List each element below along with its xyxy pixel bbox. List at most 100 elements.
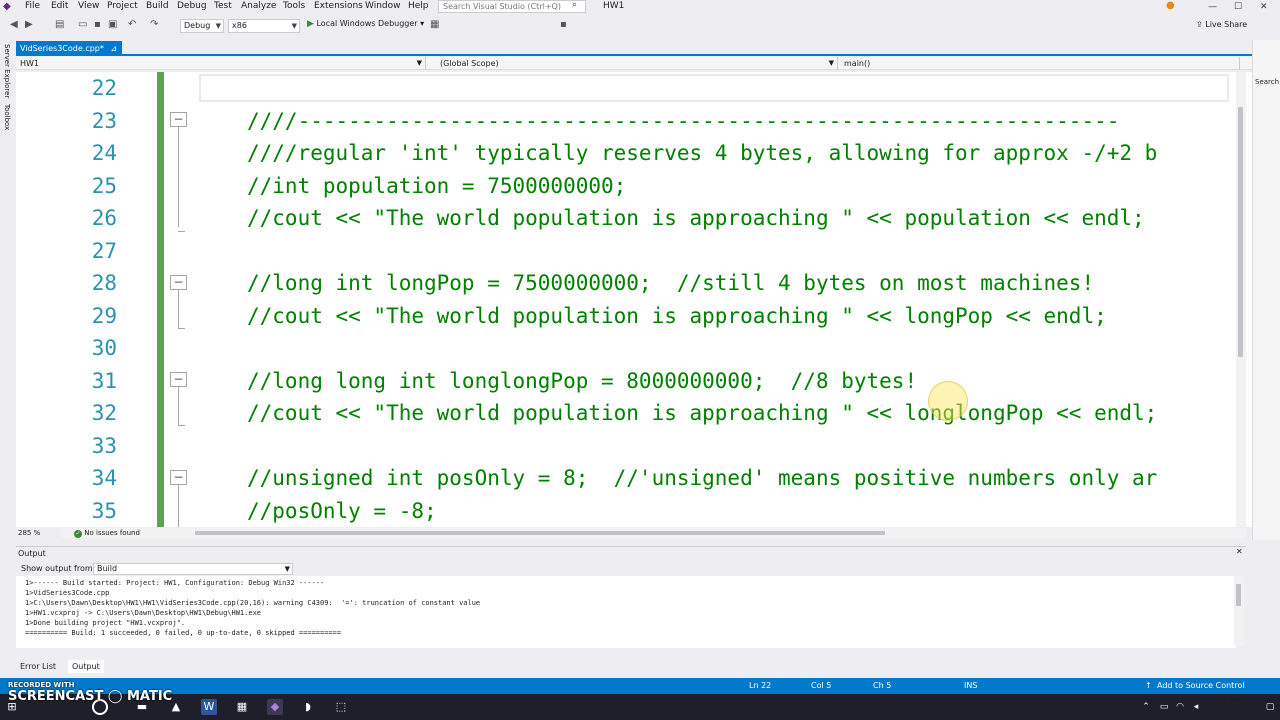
notifications-icon[interactable]: ▢ [1262,699,1278,715]
menu-analyze[interactable]: Analyze [241,1,276,11]
status-bar: Ln 22 Col 5 Ch 5 INS ↑ Add to Source Con… [0,678,1280,694]
right-panel-search[interactable]: Search [1255,78,1279,86]
menu-debug[interactable]: Debug [177,1,207,11]
scroll-thumb[interactable] [1236,584,1241,606]
check-icon: ✓ [74,530,82,538]
live-share-button[interactable]: ⇪ Live Share [1196,20,1247,29]
line-number: 27 [91,238,117,263]
word-icon[interactable]: W [201,699,217,715]
toolbox-tab[interactable]: Toolbox [3,104,11,130]
menu-test[interactable]: Test [214,1,232,11]
output-line: 1>C:\Users\Dawn\Desktop\HW1\HW1\VidSerie… [25,599,481,607]
code-editor[interactable]: 22 23 ////-------------------------------… [16,72,1252,527]
maximize-button[interactable]: ☐ [1234,2,1242,12]
clock-time: 8:22 PM [1211,697,1241,705]
volume-icon[interactable]: ◂ [1188,699,1204,715]
redo-icon[interactable]: ↷ [150,19,158,30]
code-line: 28 //long int longPop = 7500000000; //sti… [16,267,1236,300]
visual-studio-icon[interactable]: ◆ [267,699,283,715]
code-line: 34 //unsigned int posOnly = 8; //'unsigne… [16,462,1236,495]
code-line: 32 //cout << "The world population is app… [16,397,1236,430]
collapse-block-icon[interactable]: − [170,275,187,290]
code-line: 26 //cout << "The world population is app… [16,202,1236,235]
output-log[interactable]: 1>------ Build started: Project: HW1, Co… [16,576,1236,648]
outline-guide [178,387,179,425]
tab-output[interactable]: Output [68,660,104,673]
editor-vertical-scrollbar[interactable] [1236,72,1246,527]
mouse-cursor-highlight [928,381,968,421]
app-icon[interactable]: ◗ [300,699,316,715]
platform-dropdown[interactable]: x86 ▼ [228,19,300,33]
run-debugger-button[interactable]: ▶ Local Windows Debugger ▾ [307,19,424,29]
bookmark-icon[interactable]: ▪ [560,19,567,30]
menu-project[interactable]: Project [107,1,138,11]
config-dropdown[interactable]: Debug ▼ [180,19,224,33]
menu-file[interactable]: File [25,1,40,11]
calculator-icon[interactable]: ▦ [234,699,250,715]
menu-edit[interactable]: Edit [51,1,68,11]
open-icon[interactable]: ▭ [78,19,87,30]
code-text: //int population = 7500000000; [247,173,627,198]
tray-chevron-icon[interactable]: ⌃ [1138,699,1154,715]
member-dropdown[interactable]: main() [840,57,1240,70]
close-output-icon[interactable]: ✕ [1236,547,1243,556]
menu-build[interactable]: Build [146,1,169,11]
issues-text: No issues found [84,529,140,537]
watermark-top: RECORDED WITH [8,681,75,689]
toolbar: ◀ ▶ ▤ ▭ ▪ ▣ ↶ ↷ Debug ▼ x86 ▼ ▦ ▪ [0,16,1280,36]
forward-icon[interactable]: ▶ [25,19,33,30]
wifi-icon[interactable]: ◠ [1172,699,1188,715]
zoom-level[interactable]: 285 % [18,529,40,537]
network-icon[interactable]: ▭ [1156,699,1172,715]
source-control-button[interactable]: Add to Source Control [1157,681,1245,690]
scroll-thumb[interactable] [195,531,885,535]
code-text: //cout << "The world population is appro… [247,303,1107,328]
menu-window[interactable]: Window [365,1,401,11]
save-all-icon[interactable]: ▣ [108,19,117,30]
undo-icon[interactable]: ↶ [128,19,136,30]
scope-value: (Global Scope) [440,59,499,68]
save-icon[interactable]: ▪ [94,19,101,30]
project-dropdown[interactable]: HW1 ▼ [16,57,426,70]
editor-horizontal-scrollbar[interactable] [60,528,1246,538]
menu-help[interactable]: Help [408,1,429,11]
server-explorer-tab[interactable]: Server Explorer [3,44,11,98]
code-line: 22 [16,72,1236,105]
live-share-label: Live Share [1205,20,1248,29]
system-clock[interactable]: 8:22 PM 5/29/2019 [1208,697,1244,715]
collapse-block-icon[interactable]: − [170,470,187,485]
menu-view[interactable]: View [78,1,99,11]
char-indicator: Ch 5 [873,681,892,690]
menu-tools[interactable]: Tools [283,1,305,11]
minimize-button[interactable]: — [1208,2,1217,12]
outline-guide [178,127,179,227]
menu-extensions[interactable]: Extensions [314,1,363,11]
run-label: Local Windows Debugger [316,19,418,28]
tool-icon[interactable]: ▦ [430,19,439,30]
collapse-block-icon[interactable]: − [170,372,187,387]
line-number: 25 [91,173,117,198]
code-text: //cout << "The world population is appro… [247,206,1145,230]
issues-indicator[interactable]: ✓ No issues found [74,529,140,538]
back-icon[interactable]: ◀ [10,19,18,30]
tab-error-list[interactable]: Error List [16,660,60,673]
collapse-block-icon[interactable]: − [170,112,187,127]
close-window-button[interactable]: ✕ [1260,2,1268,12]
code-line: 29 //cout << "The world population is app… [16,300,1236,333]
chevron-down-icon: ▼ [284,565,290,573]
output-scrollbar[interactable] [1234,576,1244,646]
output-line: 1>------ Build started: Project: HW1, Co… [25,579,325,587]
editor-tab-active[interactable]: VidSeries3Code.cpp* ⊿ ✕ [16,41,122,68]
snipping-tool-icon[interactable]: ⬚ [333,699,349,715]
scope-dropdown[interactable]: (Global Scope) ▼ [436,57,838,70]
pin-icon[interactable]: ⊿ [110,44,117,53]
screencast-watermark: RECORDED WITH SCREENCAST ◯ MATIC [8,681,172,704]
scroll-thumb[interactable] [1238,107,1243,357]
new-project-icon[interactable]: ▤ [55,19,64,30]
code-text: //cout << "The world population is appro… [247,401,1158,425]
output-source-dropdown[interactable]: Build ▼ [93,563,293,575]
insert-mode: INS [964,681,978,690]
navigation-bar: HW1 ▼ (Global Scope) ▼ main() [16,57,1252,70]
notification-icon[interactable]: ● [1166,0,1175,11]
search-input[interactable]: Search Visual Studio (Ctrl+Q) [438,0,586,13]
